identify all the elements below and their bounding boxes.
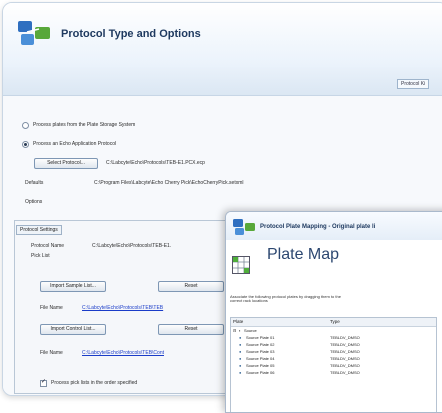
tab-protocol-kit[interactable]: Protocol Ki	[397, 79, 430, 89]
plate-type: TEBLDV_DMSO	[330, 370, 360, 375]
plate-type: TEBLDV_DMSO	[330, 335, 360, 340]
table-row[interactable]: ● Source Plate 02 TEBLDV_DMSO	[231, 341, 436, 348]
plate-name: Source Plate 04	[246, 356, 275, 361]
radio-plate-storage[interactable]	[22, 122, 29, 129]
control-file-link[interactable]: C:\Labcyte\Echo\Protocols\TEB\Cont	[82, 350, 164, 356]
radio-plate-storage-label: Process plates from the Plate Storage Sy…	[33, 122, 136, 128]
ribbon-bar	[3, 67, 442, 96]
plate-name: Source Plate 01	[246, 335, 275, 340]
pick-list-label: Pick List	[31, 253, 50, 259]
window-title: Protocol Type and Options	[61, 28, 201, 40]
plate-icon: ●	[239, 342, 242, 347]
tree-root-label: Source	[244, 328, 257, 333]
defaults-label: Defaults	[25, 180, 44, 186]
title-bar: Protocol Type and Options	[3, 3, 442, 68]
defaults-path: C:\Program Files\Labcyte\Echo Cherry Pic…	[94, 180, 244, 186]
plate-icon: ●	[239, 370, 242, 375]
column-header-type[interactable]: Type	[328, 318, 436, 327]
import-control-list-button[interactable]: Import Control List...	[40, 324, 106, 335]
protocol-app-icon	[18, 21, 50, 45]
file-name-label-1: File Name	[40, 305, 63, 311]
protocol-path: C:\Labcyte\Echo\Protocols\TEB-E1.PCX.ecp	[106, 160, 205, 166]
process-order-label: Process pick lists in the order specifie…	[51, 380, 138, 386]
options-label: Options	[25, 199, 43, 205]
sample-file-link[interactable]: C:\Labcyte\Echo\Protocols\TEB\TEB	[82, 305, 163, 311]
radio-echo-protocol[interactable]	[22, 141, 29, 148]
import-sample-list-button[interactable]: Import Sample List...	[40, 281, 106, 292]
plate-table[interactable]: Plate Type ⊟ ▪ Source ● Source Plate 01 …	[230, 317, 437, 412]
table-row[interactable]: ● Source Plate 01 TEBLDV_DMSO	[231, 334, 436, 341]
plate-name: Source Plate 03	[246, 349, 275, 354]
table-row[interactable]: ● Source Plate 06 TEBLDV_DMSO	[231, 369, 436, 376]
plate-icon: ●	[239, 356, 242, 361]
reset-control-button[interactable]: Reset	[158, 324, 224, 335]
plate-type: TEBLDV_DMSO	[330, 342, 360, 347]
tab-protocol-settings[interactable]: Protocol Settings	[16, 225, 62, 235]
protocol-name-value: C:\Labcyte\Echo\Protocols\TEB-E1.	[92, 243, 172, 249]
select-protocol-button[interactable]: Select Protocol...	[34, 158, 98, 169]
plate-icon: ●	[239, 363, 242, 368]
plate-name: Source Plate 05	[246, 363, 275, 368]
plate-type: TEBLDV_DMSO	[330, 363, 360, 368]
column-header-plate[interactable]: Plate	[231, 318, 329, 327]
plate-mapping-title-bar: Protocol Plate Mapping - Original plate …	[226, 212, 442, 241]
process-order-checkbox[interactable]	[40, 378, 47, 387]
table-row[interactable]: ● Source Plate 03 TEBLDV_DMSO	[231, 348, 436, 355]
plate-type: TEBLDV_DMSO	[330, 349, 360, 354]
plate-name: Source Plate 02	[246, 342, 275, 347]
table-row[interactable]: ● Source Plate 05 TEBLDV_DMSO	[231, 362, 436, 369]
file-name-label-2: File Name	[40, 350, 63, 356]
tree-root-source[interactable]: ⊟ ▪ Source	[231, 327, 436, 334]
plate-grid-icon	[232, 256, 250, 274]
reset-sample-button[interactable]: Reset	[158, 281, 224, 292]
protocol-name-label: Protocol Name	[31, 243, 65, 249]
folder-icon: ▪	[239, 328, 241, 333]
plate-mapping-app-icon	[233, 219, 255, 235]
plate-map-description: Associate the following protocol plates …	[230, 294, 341, 303]
plate-icon: ●	[239, 349, 242, 354]
plate-icon: ●	[239, 335, 242, 340]
plate-name: Source Plate 06	[246, 370, 275, 375]
plate-map-heading: Plate Map	[267, 246, 340, 263]
expand-icon[interactable]: ⊟	[233, 327, 236, 334]
radio-echo-protocol-label: Process an Echo Application Protocol	[33, 141, 117, 147]
table-row[interactable]: ● Source Plate 04 TEBLDV_DMSO	[231, 355, 436, 362]
plate-type: TEBLDV_DMSO	[330, 356, 360, 361]
plate-mapping-window: Protocol Plate Mapping - Original plate …	[225, 211, 442, 413]
plate-mapping-title: Protocol Plate Mapping - Original plate …	[260, 224, 376, 230]
